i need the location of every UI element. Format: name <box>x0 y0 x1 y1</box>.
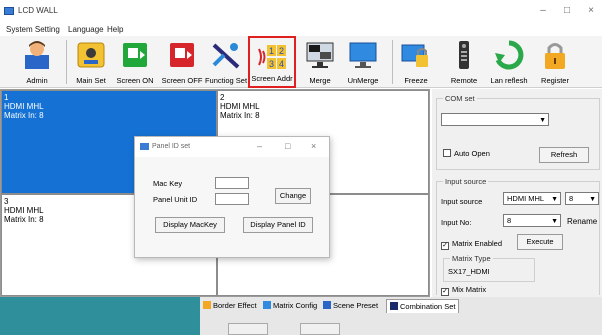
border-effect-icon <box>203 301 211 309</box>
function-set-icon <box>212 43 240 69</box>
matrix-type-group: Matrix Type SX17_HDMI <box>443 254 535 282</box>
chevron-down-icon: ▼ <box>589 196 596 203</box>
com-port-select[interactable]: ▼ <box>441 113 549 126</box>
maximize-button[interactable]: □ <box>558 4 576 18</box>
screen-addr-button[interactable]: 1 2 3 4 Screen Addr <box>248 36 296 88</box>
admin-button[interactable]: Admin <box>14 36 60 88</box>
admin-icon <box>25 41 49 69</box>
com-set-group: COM set ▼ Auto Open Refresh <box>436 94 600 170</box>
dialog-title: Panel ID set <box>152 143 191 150</box>
scene-preset-icon <box>323 301 331 309</box>
checkbox-box <box>443 149 451 157</box>
right-panel: COM set ▼ Auto Open Refresh Input source… <box>432 89 602 297</box>
dialog-title-bar: Panel ID set – □ × <box>135 137 329 157</box>
matrix-config-icon <box>263 301 271 309</box>
dialog-close-button[interactable]: × <box>311 141 316 151</box>
input-source-select[interactable]: HDMI MHL ▼ <box>503 192 561 205</box>
screen-off-button[interactable]: Screen OFF <box>160 36 204 88</box>
change-button[interactable]: Change <box>275 188 311 204</box>
lan-refresh-button[interactable]: Lan reflesh <box>486 36 532 88</box>
tab-scene-preset[interactable]: Scene Preset <box>320 299 381 313</box>
main-set-button[interactable]: Main Set <box>72 36 110 88</box>
chevron-down-icon: ▼ <box>539 117 546 124</box>
register-button[interactable]: Register <box>534 36 576 88</box>
screen-off-icon <box>170 43 194 67</box>
input-source-number-select[interactable]: 8 ▼ <box>565 192 599 205</box>
display-panel-id-button[interactable]: Display Panel ID <box>243 217 313 233</box>
toolbar-separator <box>66 40 67 84</box>
minimize-button[interactable]: – <box>534 4 552 18</box>
menu-bar: System Setting Language Help <box>0 24 602 36</box>
panel-unit-id-input[interactable] <box>215 193 249 205</box>
rename-button[interactable]: Rename <box>567 217 597 226</box>
execute-button[interactable]: Execute <box>517 234 563 250</box>
display-mackey-button[interactable]: Display MacKey <box>155 217 225 233</box>
title-bar: LCD WALL – □ × <box>0 0 602 24</box>
checkbox-checked: ✓ <box>441 242 449 250</box>
checkbox-checked: ✓ <box>441 288 449 296</box>
freeze-button[interactable]: Freeze <box>396 36 436 88</box>
dialog-minimize-button[interactable]: – <box>257 141 262 151</box>
close-button[interactable]: × <box>582 4 600 18</box>
matrix-type-label: Matrix Type <box>450 254 493 263</box>
screen-addr-digit: 2 <box>279 46 284 56</box>
dialog-app-icon <box>140 143 149 150</box>
chevron-down-icon: ▼ <box>551 196 558 203</box>
input-source-group-label: Input source <box>443 177 489 186</box>
panel-unit-id-label: Panel Unit ID <box>153 195 198 204</box>
tab-combination-set[interactable]: Combination Set <box>386 299 460 313</box>
lock-icon <box>545 43 565 69</box>
freeze-icon <box>401 44 428 67</box>
toolbar: Admin Main Set Screen ON Screen OFF Func… <box>0 36 602 88</box>
panel-control[interactable] <box>300 323 340 335</box>
menu-language[interactable]: Language <box>68 25 104 34</box>
panel-control[interactable] <box>228 323 268 335</box>
mix-matrix-checkbox[interactable]: ✓ Mix Matrix <box>441 285 486 296</box>
screen-on-icon <box>123 43 147 67</box>
menu-system-setting[interactable]: System Setting <box>6 25 60 34</box>
screen-on-button[interactable]: Screen ON <box>112 36 158 88</box>
main-set-icon <box>77 42 105 68</box>
status-strip <box>0 297 200 335</box>
function-set-button[interactable]: Functiog Set <box>204 36 248 88</box>
unmerge-button[interactable]: UnMerge <box>340 36 386 88</box>
refresh-icon <box>495 40 524 70</box>
input-no-label: Input No: <box>441 218 472 227</box>
unmerge-icon <box>349 42 377 68</box>
matrix-enabled-checkbox[interactable]: ✓ Matrix Enabled <box>441 239 502 250</box>
screen-addr-digit: 3 <box>269 59 274 69</box>
refresh-button[interactable]: Refresh <box>539 147 589 163</box>
combination-set-icon <box>390 302 398 310</box>
window-title: LCD WALL <box>18 6 58 15</box>
mac-key-input[interactable] <box>215 177 249 189</box>
screen-addr-digit: 1 <box>269 46 274 56</box>
toolbar-separator <box>392 40 393 84</box>
mac-key-label: Mac Key <box>153 179 183 188</box>
matrix-type-value: SX17_HDMI <box>448 267 490 276</box>
input-source-group: Input source Input source HDMI MHL ▼ 8 ▼… <box>436 177 600 296</box>
tab-border-effect[interactable]: Border Effect <box>200 299 260 313</box>
merge-button[interactable]: Merge <box>300 36 340 88</box>
chevron-down-icon: ▼ <box>551 218 558 225</box>
input-source-label: Input source <box>441 197 483 206</box>
panel-id-dialog: Panel ID set – □ × Mac Key Panel Unit ID… <box>134 136 330 258</box>
tab-matrix-config[interactable]: Matrix Config <box>260 299 320 313</box>
screen-addr-digit: 4 <box>279 59 284 69</box>
menu-help[interactable]: Help <box>107 25 123 34</box>
input-no-select[interactable]: 8 ▼ <box>503 214 561 227</box>
auto-open-checkbox[interactable]: Auto Open <box>443 149 490 158</box>
remote-icon <box>459 41 469 69</box>
screen-addr-icon: 1 2 3 4 <box>258 45 286 69</box>
bottom-tab-area: Border Effect Matrix Config Scene Preset… <box>0 297 602 335</box>
merge-icon <box>306 42 334 68</box>
dialog-maximize-button[interactable]: □ <box>285 141 290 151</box>
app-icon <box>4 7 14 15</box>
com-set-label: COM set <box>443 94 477 103</box>
remote-button[interactable]: Remote <box>444 36 484 88</box>
